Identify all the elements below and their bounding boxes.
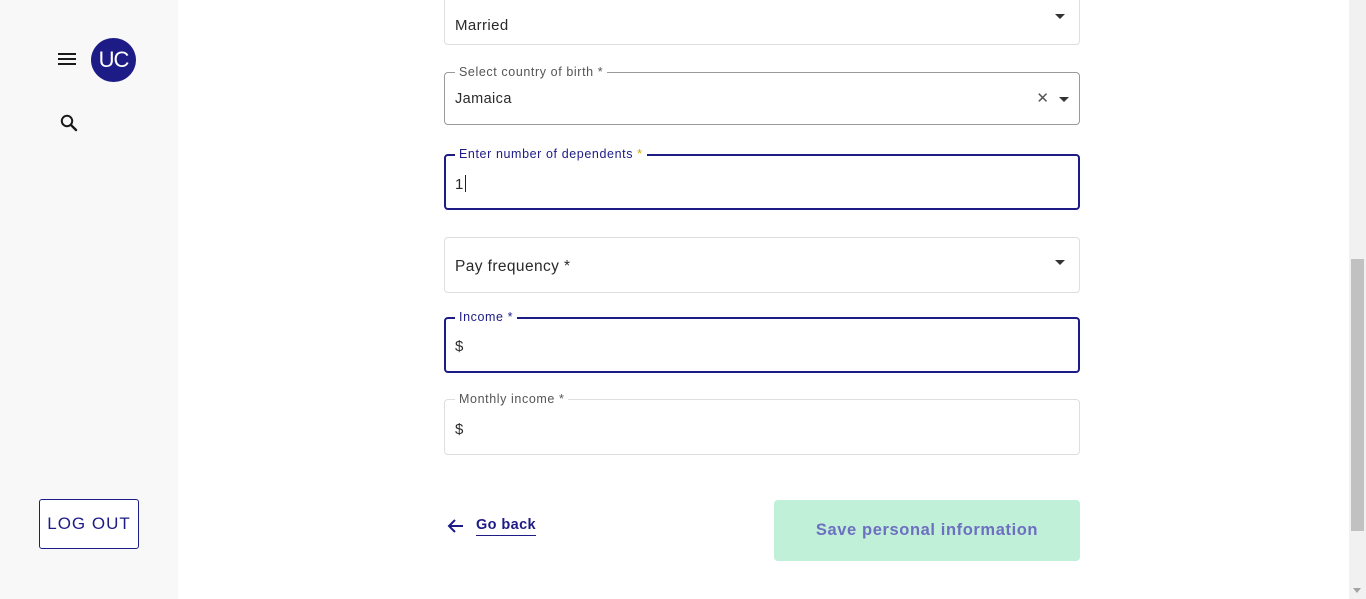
- monthly-income-input[interactable]: Monthly income * $: [444, 392, 1080, 455]
- chevron-down-icon[interactable]: [1055, 14, 1065, 19]
- marital-status-value: Married: [455, 17, 509, 34]
- required-asterisk: *: [637, 147, 643, 161]
- pay-frequency-placeholder: Pay frequency *: [455, 258, 571, 275]
- chevron-down-icon[interactable]: [1055, 260, 1065, 265]
- marital-status-select[interactable]: Married: [444, 0, 1080, 45]
- income-currency-prefix: $: [455, 338, 464, 355]
- scrollbar-thumb[interactable]: [1351, 259, 1364, 531]
- avatar[interactable]: UC: [91, 38, 136, 82]
- hamburger-menu-icon[interactable]: [55, 48, 79, 70]
- vertical-scrollbar[interactable]: [1349, 0, 1366, 599]
- logout-button[interactable]: LOG OUT: [39, 499, 139, 549]
- country-of-birth-select[interactable]: Select country of birth * Jamaica ✕: [444, 65, 1080, 125]
- income-input[interactable]: Income * $: [444, 310, 1080, 373]
- dependents-value-text: 1: [455, 176, 464, 193]
- text-cursor: [464, 175, 466, 192]
- income-label: Income *: [455, 310, 518, 324]
- save-personal-information-button[interactable]: Save personal information: [774, 500, 1080, 561]
- arrow-left-icon: [447, 519, 463, 533]
- search-icon[interactable]: [58, 112, 80, 134]
- dependents-label: Enter number of dependents *: [455, 147, 647, 161]
- pay-frequency-select[interactable]: Pay frequency *: [444, 237, 1080, 293]
- dependents-input[interactable]: Enter number of dependents * 1: [444, 147, 1080, 210]
- dependents-value: 1: [455, 175, 466, 193]
- monthly-income-currency-prefix: $: [455, 421, 464, 438]
- go-back-link[interactable]: Go back: [446, 514, 537, 538]
- sidebar: UC LOG OUT: [0, 0, 178, 599]
- avatar-initials: UC: [98, 47, 130, 72]
- country-of-birth-label: Select country of birth *: [455, 65, 608, 79]
- clear-icon[interactable]: ✕: [1036, 91, 1049, 106]
- monthly-income-label: Monthly income *: [455, 392, 569, 406]
- go-back-label: Go back: [476, 517, 537, 536]
- country-of-birth-value: Jamaica: [455, 91, 512, 107]
- chevron-down-icon[interactable]: [1059, 97, 1069, 102]
- scroll-down-arrow-icon[interactable]: [1353, 588, 1361, 593]
- dependents-label-text: Enter number of dependents: [459, 147, 634, 161]
